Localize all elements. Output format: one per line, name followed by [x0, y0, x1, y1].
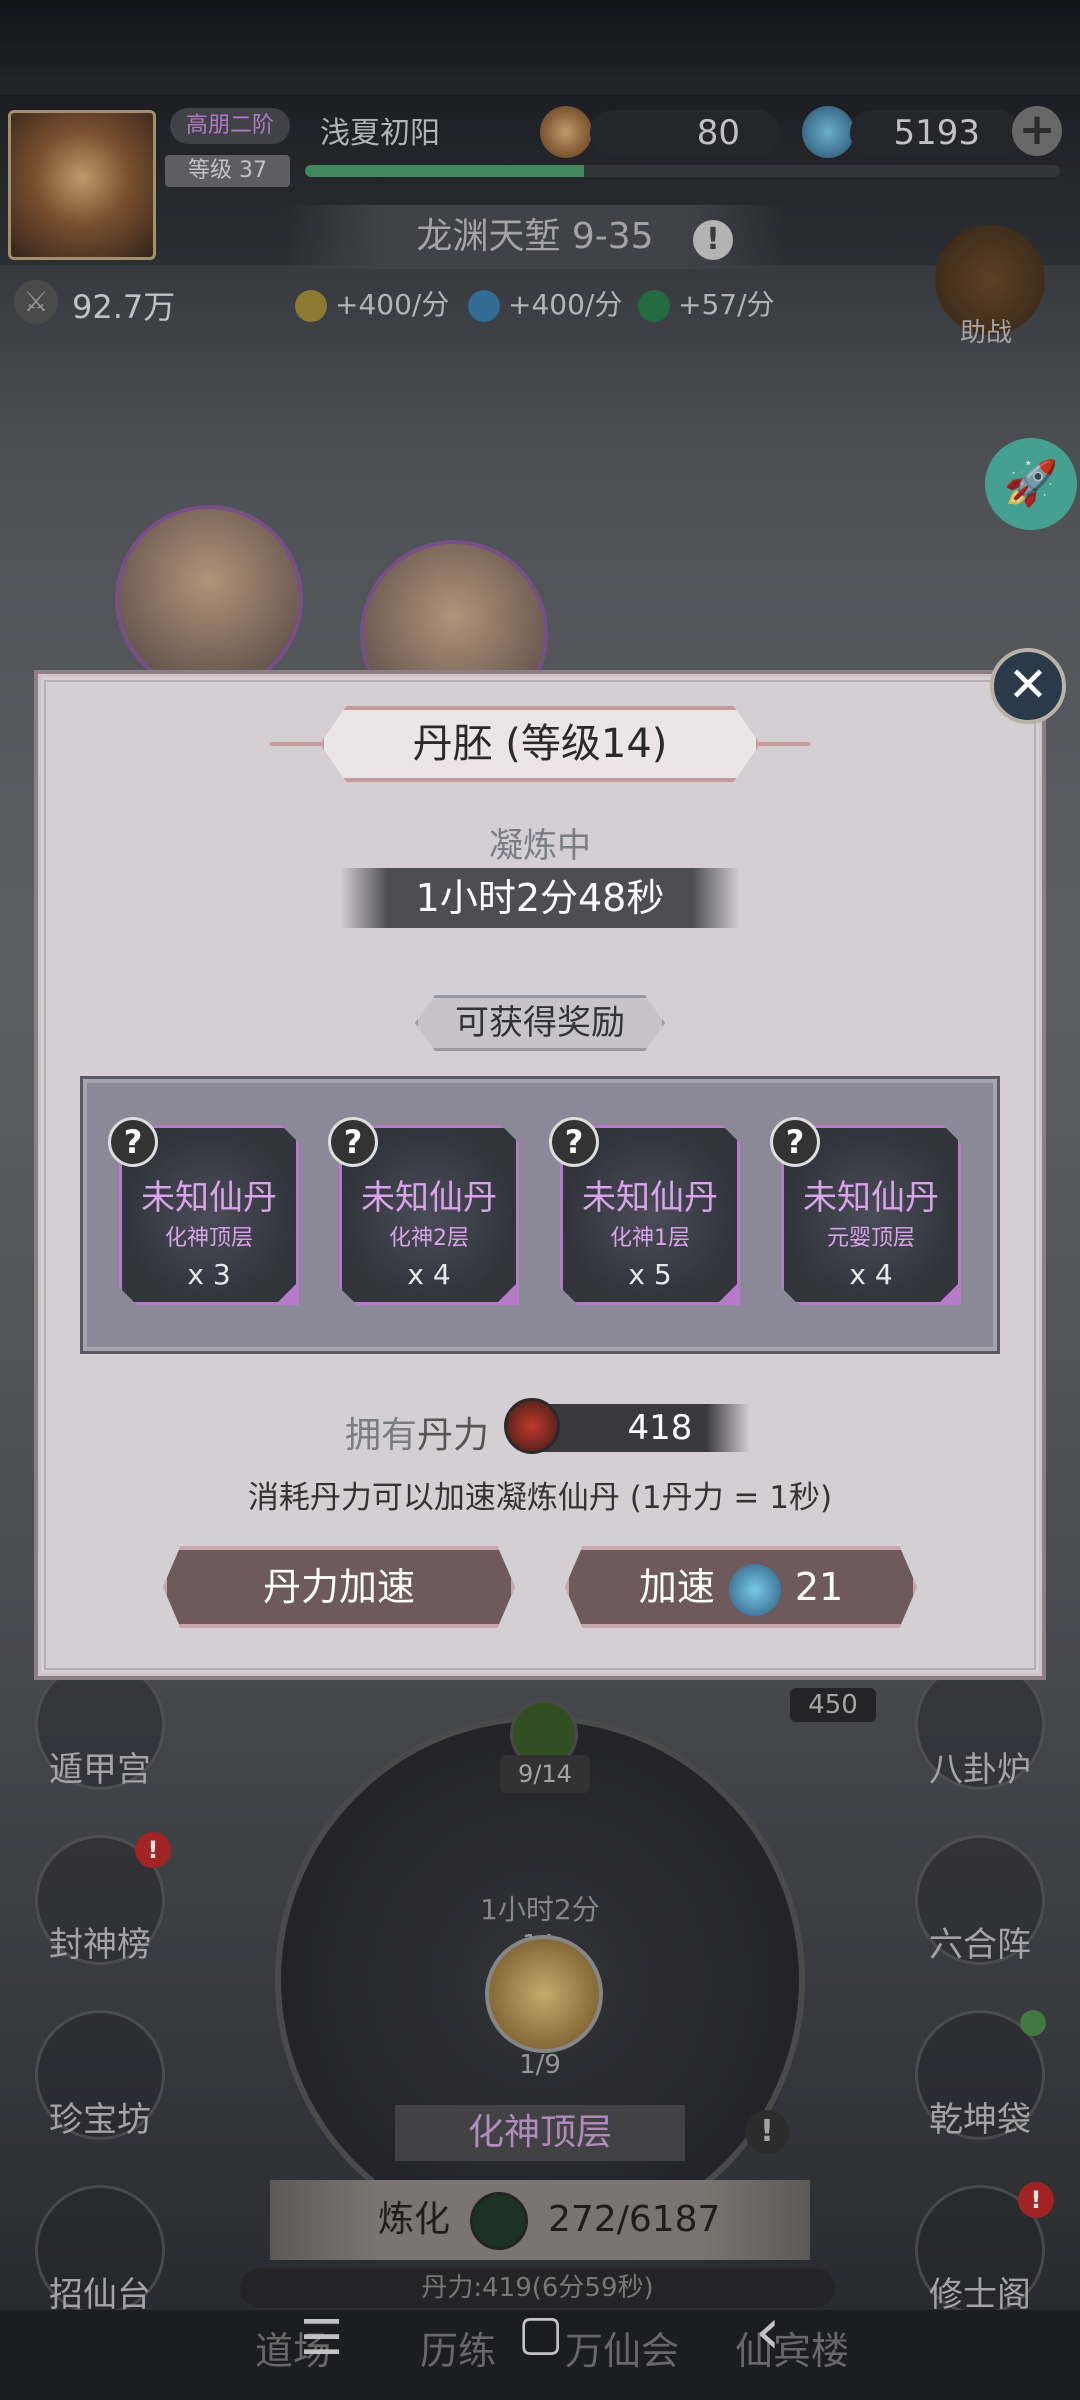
reward-sub: 化神顶层 [164, 1226, 253, 1251]
refining-timer: 1小时2分48秒 [340, 868, 740, 928]
question-icon: ? [108, 1117, 158, 1167]
dan-power-icon [504, 1398, 560, 1454]
owned-label: 拥有丹力 [345, 1406, 489, 1458]
reward-sub: 化神2层 [389, 1226, 469, 1251]
dan-speedup-button[interactable]: 丹力加速 [163, 1546, 515, 1628]
reward-qty: x 5 [628, 1258, 672, 1291]
owned-prefix: 拥有 [345, 1415, 418, 1456]
speedup-label: 加速 [638, 1565, 715, 1609]
refining-status: 凝炼中 [489, 826, 591, 866]
reward-name: 未知仙丹 [582, 1178, 718, 1218]
rewards-title: 可获得奖励 [415, 995, 665, 1051]
question-icon: ? [328, 1117, 378, 1167]
close-icon[interactable]: ✕ [990, 648, 1066, 724]
speedup-hint: 消耗丹力可以加速凝炼仙丹 (1丹力 = 1秒) [247, 1480, 833, 1516]
question-icon: ? [549, 1117, 599, 1167]
owned-dan-number: 418 [627, 1408, 693, 1448]
crystal-icon [728, 1563, 781, 1616]
reward-sub: 化神1层 [610, 1226, 690, 1251]
reward-qty: x 4 [407, 1258, 451, 1291]
reward-qty: x 4 [849, 1258, 893, 1291]
speedup-cost: 21 [794, 1565, 844, 1609]
reward-name: 未知仙丹 [803, 1178, 939, 1218]
reward-qty: x 3 [187, 1258, 231, 1291]
reward-name: 未知仙丹 [141, 1178, 277, 1218]
owned-item: 丹力 [417, 1415, 490, 1456]
reward-name: 未知仙丹 [361, 1178, 497, 1218]
reward-sub: 元婴顶层 [826, 1226, 915, 1251]
question-icon: ? [770, 1117, 820, 1167]
speedup-button[interactable]: 加速 21 [565, 1546, 917, 1628]
dialog-title: 丹胚 (等级14) [320, 706, 760, 782]
owned-dan-value: 418 [530, 1404, 750, 1452]
